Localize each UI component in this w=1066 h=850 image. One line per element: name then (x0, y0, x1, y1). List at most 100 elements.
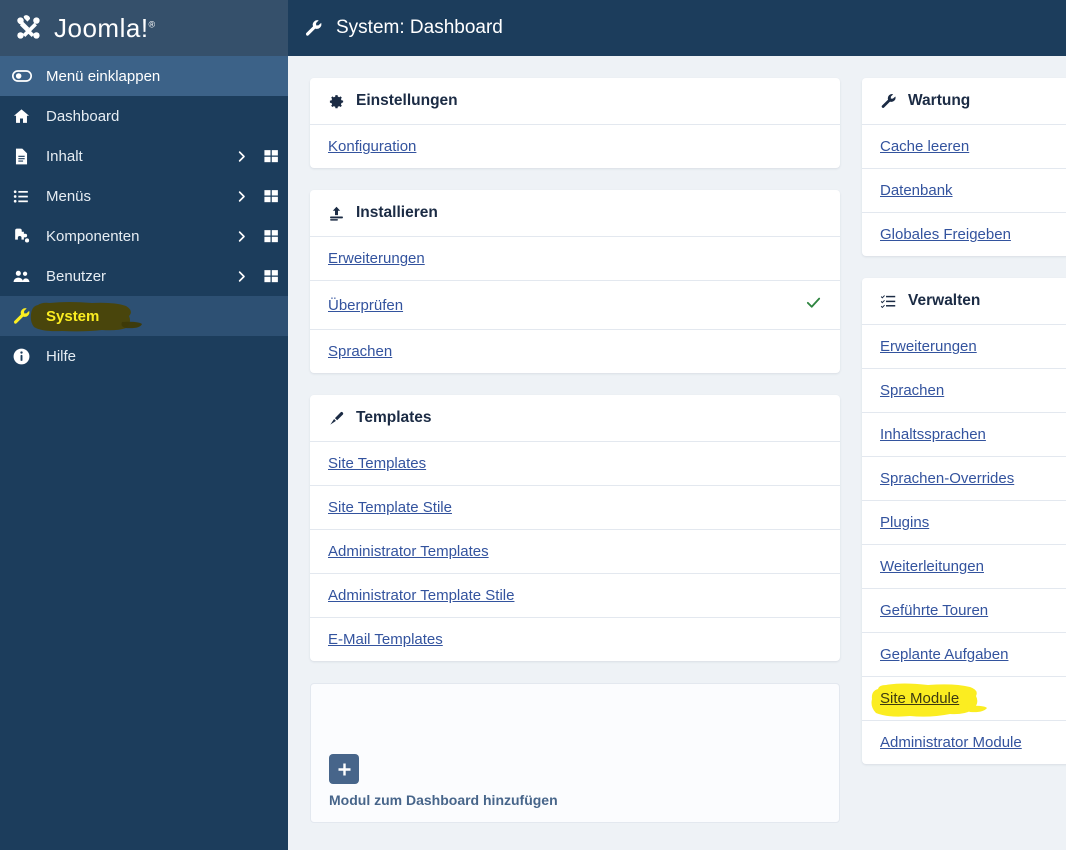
sidebar-item-label: Hilfe (46, 347, 77, 365)
grid-icon[interactable] (254, 228, 288, 245)
panel-row[interactable]: Cache leeren (862, 125, 1066, 169)
sidebar-item-hilfe[interactable]: Hilfe (0, 336, 288, 376)
panel-link[interactable]: Sprachen (328, 343, 392, 360)
plus-icon[interactable] (329, 754, 359, 784)
panel-row[interactable]: Konfiguration (310, 125, 840, 168)
panel-header: Wartung (862, 78, 1066, 125)
panel-link[interactable]: Sprachen (880, 382, 944, 399)
panel-link[interactable]: Konfiguration (328, 138, 416, 155)
sidebar-item-label: Inhalt (46, 147, 83, 165)
panel-link[interactable]: E-Mail Templates (328, 631, 443, 648)
sidebar-item-system[interactable]: System (0, 296, 288, 336)
panel-row[interactable]: Site Templates (310, 442, 840, 486)
panel-wartung: Wartung Cache leeren Datenbank Globales Fr… (862, 78, 1066, 256)
gear-icon (328, 93, 350, 110)
chevron-right-icon[interactable] (228, 269, 254, 284)
panel-title: Wartung (908, 92, 971, 109)
panel-row[interactable]: Weiterleitungen (862, 545, 1066, 589)
panel-row[interactable]: Geplante Aufgaben (862, 633, 1066, 677)
list-check-icon (880, 293, 902, 310)
panel-row[interactable]: Administrator Template Stile (310, 574, 840, 618)
panel-row[interactable]: Erweiterungen (310, 237, 840, 281)
panel-verwalten: Verwalten Erweiterungen Sprachen Inhaltssp… (862, 278, 1066, 764)
panel-link[interactable]: Site Module (880, 690, 959, 707)
panel-link[interactable]: Überprüfen (328, 297, 403, 314)
panel-row[interactable]: Sprachen (862, 369, 1066, 413)
add-module-card[interactable]: Modul zum Dashboard hinzufügen (310, 683, 840, 823)
sidebar-item-dashboard[interactable]: Dashboard (0, 96, 288, 136)
panel-link[interactable]: Sprachen-Overrides (880, 470, 1014, 487)
panel-link[interactable]: Inhaltssprachen (880, 426, 986, 443)
panel-row[interactable]: Datenbank (862, 169, 1066, 213)
sidebar-item-label: System (46, 307, 100, 325)
panel-header: Templates (310, 395, 840, 442)
menu-collapse-toggle[interactable]: Menü einklappen (0, 56, 288, 96)
panel-link[interactable]: Erweiterungen (880, 338, 977, 355)
sidebar-item-label: Benutzer (46, 267, 107, 285)
brand-label: Joomla!® (54, 12, 156, 43)
add-module-label: Modul zum Dashboard hinzufügen (329, 792, 558, 808)
main-area: System: Dashboard Einstellungen Konfigur… (288, 0, 1066, 850)
wrench-icon (12, 307, 40, 326)
panel-link[interactable]: Plugins (880, 514, 929, 531)
sidebar-item-label: Menüs (46, 187, 92, 205)
panel-header: Einstellungen (310, 78, 840, 125)
panel-link[interactable]: Weiterleitungen (880, 558, 984, 575)
panel-link[interactable]: Administrator Template Stile (328, 587, 514, 604)
sidebar-nav: Dashboard Inhalt Menüs Komponenten Benutzer S… (0, 96, 288, 376)
home-icon (12, 107, 40, 126)
panel-templates: Templates Site Templates Site Template St… (310, 395, 840, 661)
panel-link[interactable]: Geplante Aufgaben (880, 646, 1008, 663)
panel-link[interactable]: Datenbank (880, 182, 953, 199)
panel-header: Installieren (310, 190, 840, 237)
panel-row[interactable]: Plugins (862, 501, 1066, 545)
panel-row[interactable]: Inhaltssprachen (862, 413, 1066, 457)
users-icon (12, 267, 40, 286)
joomla-brand[interactable]: Joomla!® (0, 0, 288, 56)
panel-link[interactable]: Administrator Module (880, 734, 1022, 751)
sidebar-item-komponenten[interactable]: Komponenten (0, 216, 288, 256)
joomla-logo-icon (12, 11, 46, 45)
chevron-right-icon[interactable] (228, 189, 254, 204)
panel-row[interactable]: Site Module (862, 677, 1066, 721)
grid-icon[interactable] (254, 188, 288, 205)
panel-row[interactable]: Administrator Module (862, 721, 1066, 764)
grid-icon[interactable] (254, 268, 288, 285)
panel-row[interactable]: Geführte Touren (862, 589, 1066, 633)
check-icon (805, 294, 822, 316)
panel-row[interactable]: Erweiterungen (862, 325, 1066, 369)
panel-row[interactable]: Sprachen-Overrides (862, 457, 1066, 501)
grid-icon[interactable] (254, 148, 288, 165)
panel-link[interactable]: Site Templates (328, 455, 426, 472)
panel-title: Installieren (356, 204, 438, 221)
dashboard-column-right: Wartung Cache leeren Datenbank Globales Fr… (862, 78, 1066, 850)
panel-link[interactable]: Erweiterungen (328, 250, 425, 267)
panel-row[interactable]: Administrator Templates (310, 530, 840, 574)
chevron-right-icon[interactable] (228, 149, 254, 164)
panel-row[interactable]: Überprüfen (310, 281, 840, 330)
panel-title: Einstellungen (356, 92, 458, 109)
sidebar-item-inhalt[interactable]: Inhalt (0, 136, 288, 176)
panel-row[interactable]: Sprachen (310, 330, 840, 373)
page-title: System: Dashboard (336, 17, 503, 38)
page-header: System: Dashboard (288, 0, 1066, 56)
panel-title: Verwalten (908, 292, 981, 309)
panel-header: Verwalten (862, 278, 1066, 325)
sidebar: Joomla!® Menü einklappen Dashboard Inhalt… (0, 0, 288, 850)
chevron-right-icon[interactable] (228, 229, 254, 244)
panel-link[interactable]: Administrator Templates (328, 543, 489, 560)
panel-link[interactable]: Globales Freigeben (880, 226, 1011, 243)
panel-installieren: Installieren Erweiterungen Überprüfen Spra… (310, 190, 840, 373)
sidebar-item-label: Komponenten (46, 227, 140, 245)
panel-row[interactable]: Globales Freigeben (862, 213, 1066, 256)
panel-row[interactable]: Site Template Stile (310, 486, 840, 530)
sidebar-item-benutzer[interactable]: Benutzer (0, 256, 288, 296)
sidebar-item-men-s[interactable]: Menüs (0, 176, 288, 216)
panel-link[interactable]: Geführte Touren (880, 602, 988, 619)
wrench-icon (880, 93, 902, 110)
panel-title: Templates (356, 409, 432, 426)
document-icon (12, 147, 40, 166)
panel-link[interactable]: Site Template Stile (328, 499, 452, 516)
panel-link[interactable]: Cache leeren (880, 138, 969, 155)
panel-row[interactable]: E-Mail Templates (310, 618, 840, 661)
